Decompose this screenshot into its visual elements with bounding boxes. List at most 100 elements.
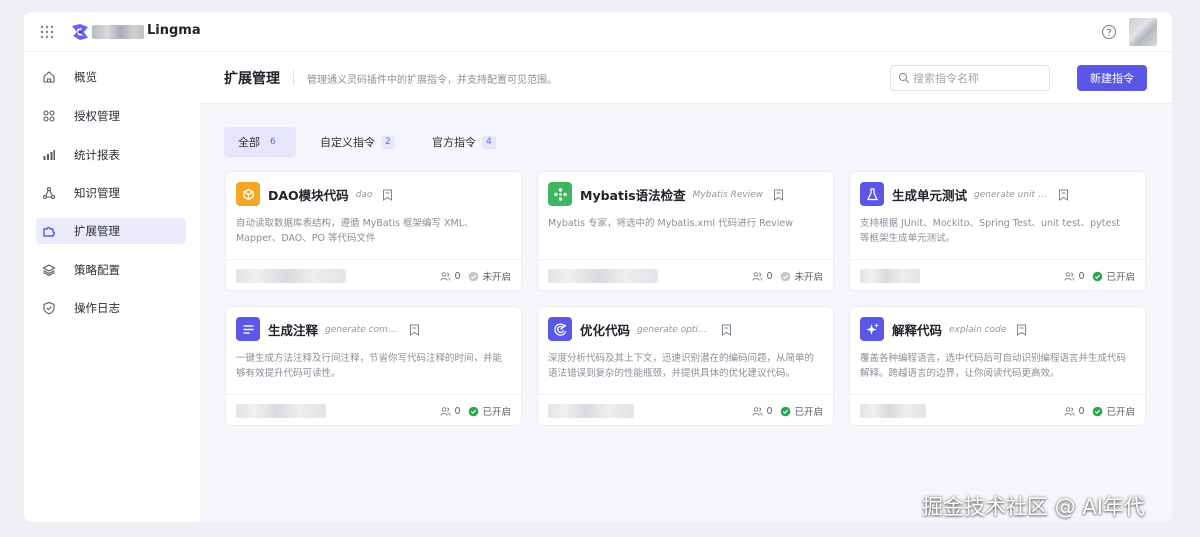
- layers-icon: [42, 264, 56, 277]
- card-header: 解释代码 explain code: [892, 320, 1027, 339]
- sidebar-item-label: 概览: [74, 70, 97, 84]
- status-on-icon: [1093, 406, 1103, 416]
- status-text: 未开启: [794, 272, 823, 283]
- triangle-nodes-icon: [42, 186, 56, 200]
- card-meta: 0 已开启: [752, 404, 823, 418]
- card-header: DAO模块代码 dao: [268, 185, 393, 204]
- card-meta: 0 已开启: [440, 404, 511, 418]
- card-title: 优化代码: [580, 323, 631, 338]
- brand-name: Lingma: [147, 23, 201, 38]
- tab-count-badge: 4: [482, 135, 496, 149]
- command-card[interactable]: 生成单元测试 generate unit test 支持根据 JUnit、Moc…: [849, 171, 1146, 291]
- users-count: 0: [766, 405, 773, 417]
- command-card[interactable]: 生成注释 generate comment 一键生成方法注释及行间注释，节省你写…: [225, 306, 522, 426]
- card-description: 自动读取数据库表结构，遵循 MyBatis 框架编写 XML、Mapper、DA…: [236, 218, 474, 244]
- blurred-owner: [860, 404, 926, 418]
- sidebar-item-policy[interactable]: 策略配置: [36, 257, 186, 283]
- bookmark-icon[interactable]: [382, 189, 393, 201]
- bookmark-icon[interactable]: [1058, 189, 1069, 201]
- tab-custom[interactable]: 自定义指令 2: [306, 127, 409, 157]
- tab-official[interactable]: 官方指令 4: [418, 127, 510, 157]
- top-bar: Lingma: [24, 12, 1172, 52]
- card-description: 一键生成方法注释及行间注释，节省你写代码注释的时间，并能够有效提升代码可读性。: [236, 353, 503, 379]
- sidebar-item-authorization[interactable]: 授权管理: [36, 103, 186, 129]
- status-text: 已开启: [1106, 272, 1135, 283]
- search-box[interactable]: [890, 65, 1050, 91]
- status-on-icon: [469, 406, 479, 416]
- card-description: Mybatis 专家，将选中的 Mybatis.xml 代码进行 Review: [548, 218, 793, 229]
- status-text: 已开启: [794, 407, 823, 418]
- bookmark-icon[interactable]: [721, 324, 732, 336]
- sidebar-item-logs[interactable]: 操作日志: [36, 295, 186, 321]
- card-meta: 0 未开启: [440, 269, 511, 283]
- app-grid-icon[interactable]: [40, 25, 54, 39]
- sidebar: 概览 授权管理 统计报表 知识管理 扩展管理 策略配置 操作日志: [24, 52, 200, 522]
- card-description: 支持根据 JUnit、Mockito、Spring Test、unit test…: [860, 218, 1121, 244]
- status-off-icon: [469, 271, 479, 281]
- sparkle-icon: [860, 317, 884, 341]
- page-header: 扩展管理 管理通义灵码插件中的扩展指令，并支持配置可见范围。 新建指令: [200, 52, 1172, 104]
- command-card[interactable]: 解释代码 explain code 覆盖各种编程语言，选中代码后可自动识别编程语…: [849, 306, 1146, 426]
- users-icon: [440, 406, 452, 416]
- home-icon: [43, 71, 55, 83]
- app-window: Lingma 概览 授权管理 统计报表 知识管理 扩展管理 策略配置 操作日志 …: [24, 12, 1172, 522]
- title-divider: [293, 70, 294, 86]
- card-footer: 0 已开启: [226, 394, 521, 426]
- command-card[interactable]: Mybatis语法检查 Mybatis Review Mybatis 专家，将选…: [537, 171, 834, 291]
- users-count: 0: [1078, 405, 1085, 417]
- nodes-icon: [548, 182, 572, 206]
- bookmark-icon[interactable]: [773, 189, 784, 201]
- command-card[interactable]: 优化代码 generate optimization 深度分析代码及其上下文，迅…: [537, 306, 834, 426]
- bookmark-icon[interactable]: [409, 324, 420, 336]
- sidebar-item-label: 策略配置: [74, 263, 120, 277]
- blurred-org-name: [92, 25, 144, 39]
- status-on-icon: [1093, 271, 1103, 281]
- blurred-owner: [548, 404, 634, 418]
- card-meta: 0 未开启: [752, 269, 823, 283]
- sidebar-item-knowledge[interactable]: 知识管理: [36, 180, 186, 206]
- page-description: 管理通义灵码插件中的扩展指令，并支持配置可见范围。: [307, 75, 557, 86]
- blurred-owner: [860, 269, 920, 283]
- avatar[interactable]: [1129, 18, 1157, 46]
- sidebar-item-extensions[interactable]: 扩展管理: [36, 218, 186, 244]
- sidebar-item-overview[interactable]: 概览: [36, 64, 186, 90]
- status-text: 已开启: [1106, 407, 1135, 418]
- bookmark-icon[interactable]: [1016, 324, 1027, 336]
- users-icon: [752, 271, 764, 281]
- lingma-logo-icon: [72, 24, 88, 40]
- tab-count-badge: 2: [381, 135, 395, 149]
- sidebar-item-label: 统计报表: [74, 148, 120, 162]
- grid-dots-icon: [43, 110, 55, 122]
- card-title: 生成注释: [268, 323, 319, 338]
- card-meta: 0 已开启: [1064, 404, 1135, 418]
- users-count: 0: [454, 270, 461, 282]
- card-footer: 0 已开启: [850, 394, 1145, 426]
- card-title: DAO模块代码: [268, 188, 349, 203]
- help-icon[interactable]: [1101, 24, 1117, 40]
- lines-icon: [236, 317, 260, 341]
- page-title: 扩展管理: [224, 71, 280, 87]
- status-off-icon: [781, 271, 791, 281]
- card-subtitle: generate comment: [325, 324, 399, 335]
- card-subtitle: explain code: [949, 324, 1007, 335]
- card-title: 生成单元测试: [892, 188, 968, 203]
- card-header: 生成注释 generate comment: [268, 320, 420, 339]
- card-meta: 0 已开启: [1064, 269, 1135, 283]
- tab-all[interactable]: 全部 6: [224, 127, 296, 157]
- sidebar-item-statistics[interactable]: 统计报表: [36, 142, 186, 168]
- card-subtitle: generate optimization: [637, 324, 711, 335]
- card-subtitle: generate unit test: [974, 189, 1049, 200]
- card-description: 深度分析代码及其上下文，迅速识别潜在的编码问题，从简单的语法错误到复杂的性能瓶颈…: [548, 353, 815, 379]
- command-card[interactable]: DAO模块代码 dao 自动读取数据库表结构，遵循 MyBatis 框架编写 X…: [225, 171, 522, 291]
- card-header: 优化代码 generate optimization: [580, 320, 732, 339]
- new-command-button[interactable]: 新建指令: [1077, 65, 1147, 91]
- users-icon: [1064, 271, 1076, 281]
- card-description: 覆盖各种编程语言，选中代码后可自动识别编程语言并生成代码解释。跨越语言的边界，让…: [860, 353, 1127, 379]
- flask-icon: [860, 182, 884, 206]
- card-subtitle: dao: [355, 189, 373, 200]
- users-icon: [440, 271, 452, 281]
- optimize-icon: [548, 317, 572, 341]
- users-count: 0: [1078, 270, 1085, 282]
- sidebar-item-label: 知识管理: [74, 186, 120, 200]
- search-input[interactable]: [913, 69, 1043, 87]
